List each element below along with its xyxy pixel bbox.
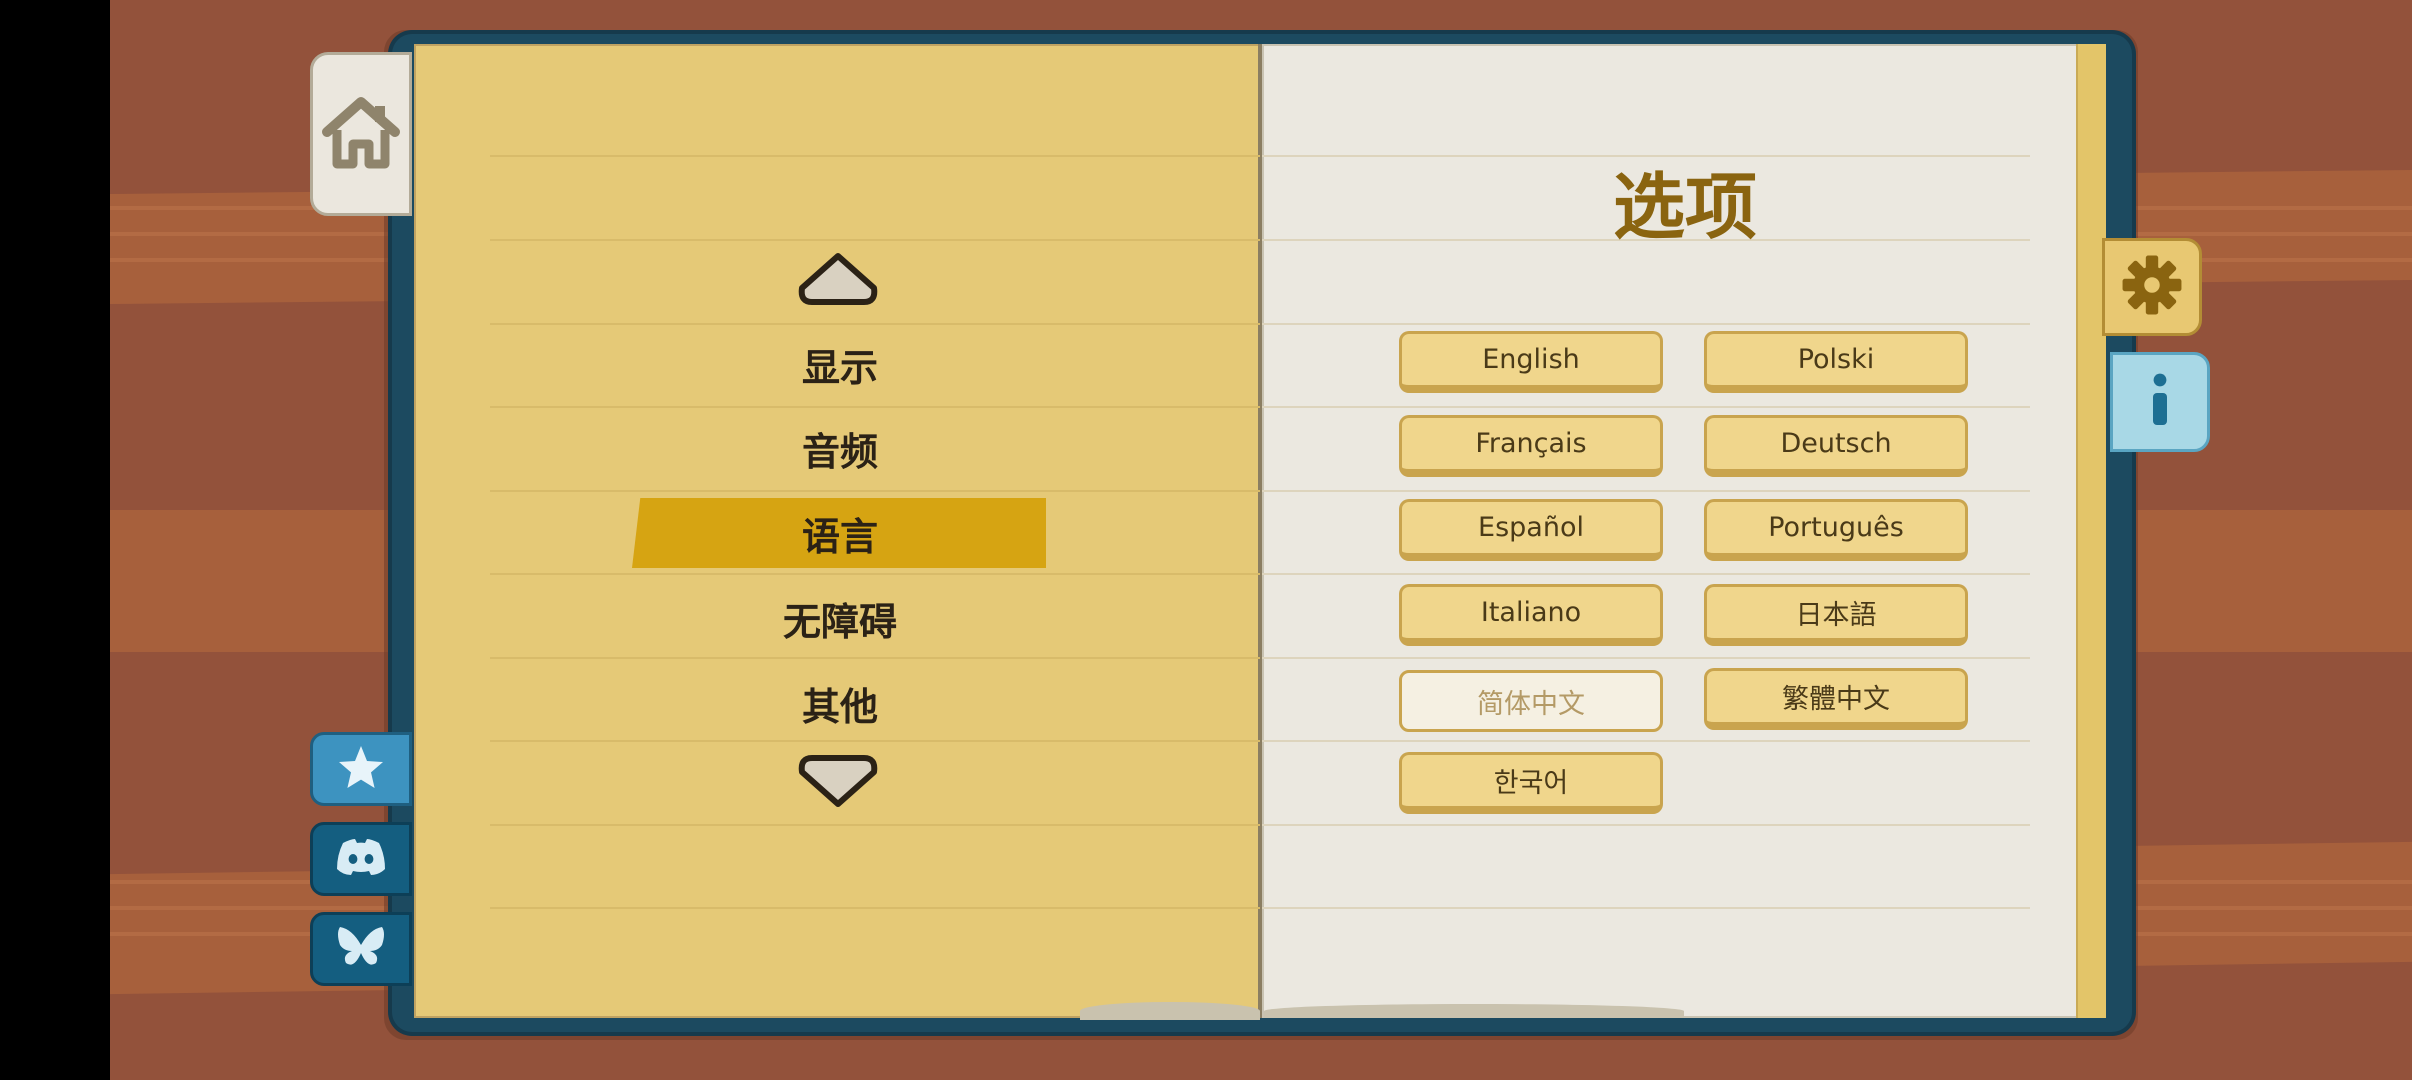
- language-label: Deutsch: [1780, 428, 1892, 459]
- page-edge: [2076, 44, 2106, 1018]
- settings-tab[interactable]: [2102, 238, 2202, 336]
- page-rule: [1262, 323, 2030, 325]
- menu-item-label: 无障碍: [782, 599, 897, 644]
- menu-item-display[interactable]: 显示: [620, 334, 1060, 394]
- butterfly-icon: [336, 925, 386, 973]
- menu-item-accessibility[interactable]: 无障碍: [620, 588, 1060, 648]
- language-label: 繁體中文: [1782, 684, 1890, 715]
- home-tab[interactable]: [310, 52, 412, 216]
- page-rule: [490, 155, 1260, 157]
- discord-icon: [335, 837, 387, 881]
- info-tab[interactable]: [2110, 352, 2210, 452]
- language-button-simplified-chinese[interactable]: 简体中文: [1399, 670, 1663, 732]
- language-button-espanol[interactable]: Español: [1399, 499, 1663, 561]
- language-label: Français: [1475, 428, 1587, 459]
- language-label: English: [1482, 344, 1580, 375]
- language-button-korean[interactable]: 한국어: [1399, 752, 1663, 814]
- language-label: 한국어: [1493, 768, 1569, 799]
- screen-letterbox: [0, 0, 110, 1080]
- page-rule: [490, 573, 1260, 575]
- language-button-deutsch[interactable]: Deutsch: [1704, 415, 1968, 477]
- language-button-english[interactable]: English: [1399, 331, 1663, 393]
- language-label: Español: [1478, 512, 1584, 543]
- page-rule: [490, 406, 1260, 408]
- page-rule: [1262, 657, 2030, 659]
- favorites-tab[interactable]: [310, 732, 412, 806]
- language-button-traditional-chinese[interactable]: 繁體中文: [1704, 668, 1968, 730]
- page-rule: [1262, 490, 2030, 492]
- page-rule: [490, 323, 1260, 325]
- menu-item-audio[interactable]: 音频: [620, 418, 1060, 478]
- page-rule: [1262, 907, 2030, 909]
- bluesky-tab[interactable]: [310, 912, 412, 986]
- page-rule: [1262, 573, 2030, 575]
- language-label: Português: [1768, 512, 1904, 543]
- language-button-francais[interactable]: Français: [1399, 415, 1663, 477]
- menu-item-other[interactable]: 其他: [620, 673, 1060, 733]
- menu-item-label: 语言: [801, 514, 878, 559]
- discord-tab[interactable]: [310, 822, 412, 896]
- info-icon: [2148, 373, 2172, 431]
- page-rule: [490, 657, 1260, 659]
- book-spine: [1258, 44, 1262, 1018]
- menu-item-label: 音频: [801, 429, 878, 474]
- page-rule: [1262, 740, 2030, 742]
- page-rule: [1262, 824, 2030, 826]
- language-button-japanese[interactable]: 日本語: [1704, 584, 1968, 646]
- language-label: Italiano: [1480, 597, 1582, 628]
- page-rule: [490, 740, 1260, 742]
- language-label: Polski: [1797, 344, 1875, 375]
- menu-item-language[interactable]: 语言: [620, 503, 1060, 563]
- scroll-up-button[interactable]: [796, 250, 880, 312]
- page-rule: [490, 824, 1260, 826]
- page-rule: [490, 490, 1260, 492]
- page-rule: [1262, 406, 2030, 408]
- page-rule: [490, 239, 1260, 241]
- page-title: 选项: [1612, 164, 1757, 249]
- language-button-portugues[interactable]: Português: [1704, 499, 1968, 561]
- page-curl: [1264, 1004, 1684, 1018]
- language-button-italiano[interactable]: Italiano: [1399, 584, 1663, 646]
- page-rule: [490, 907, 1260, 909]
- language-label: 日本語: [1795, 600, 1877, 631]
- menu-item-label: 其他: [801, 684, 878, 729]
- page-curl: [1080, 1002, 1260, 1020]
- gear-icon: [2121, 254, 2183, 320]
- star-icon: [337, 744, 385, 794]
- menu-item-label: 显示: [801, 345, 878, 390]
- language-button-polski[interactable]: Polski: [1704, 331, 1968, 393]
- language-label: 简体中文: [1477, 688, 1585, 720]
- home-icon: [321, 94, 401, 174]
- scroll-down-button[interactable]: [796, 752, 880, 814]
